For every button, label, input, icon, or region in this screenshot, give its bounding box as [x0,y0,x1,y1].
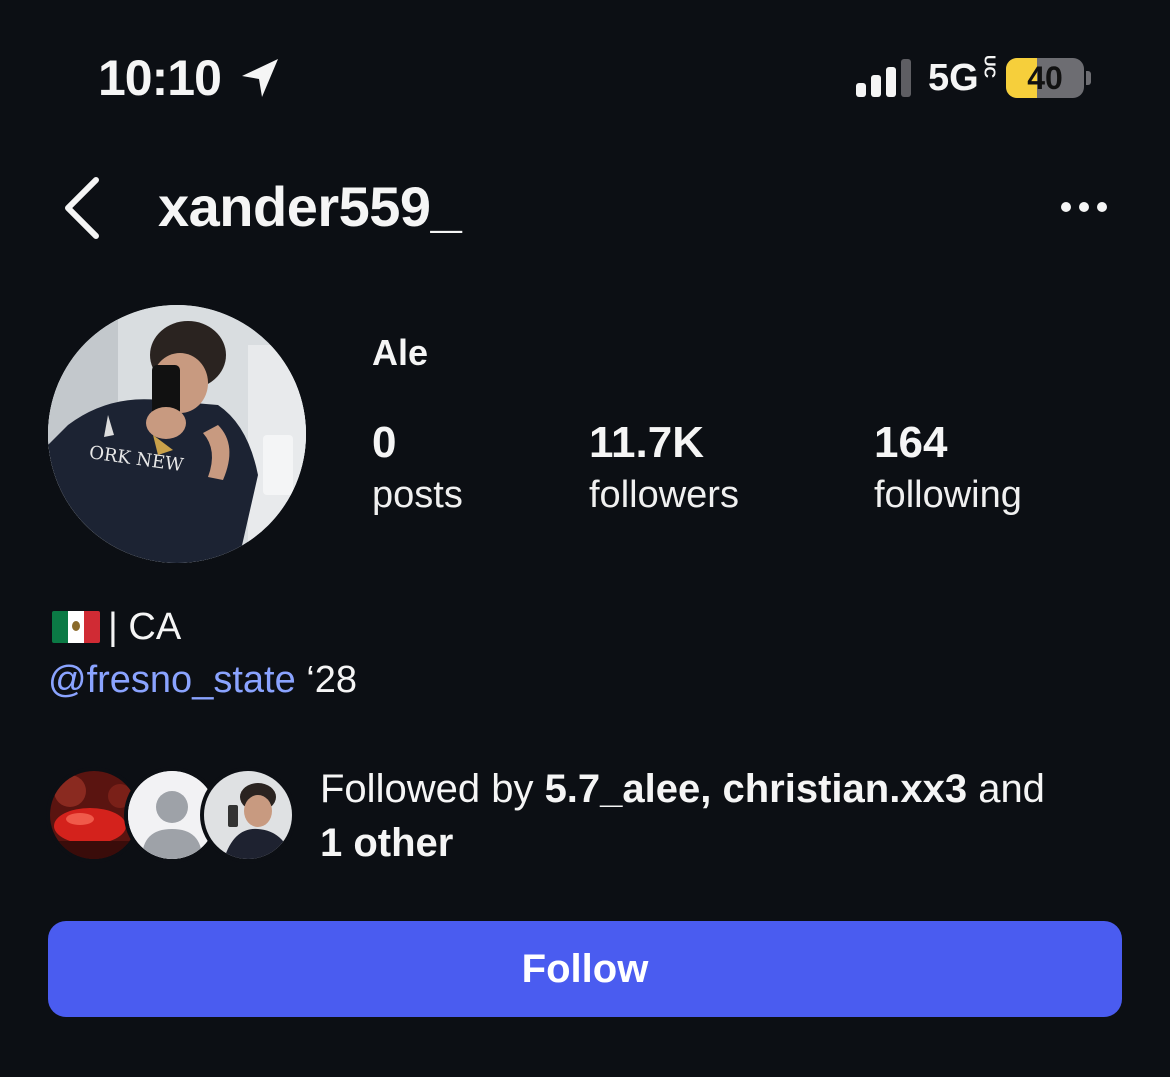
followed-by-other: 1 other [320,821,454,865]
display-name: Ale [372,332,429,373]
battery-icon: 40 [1006,58,1092,98]
followed-by-user-1: 5.7_alee [544,767,701,811]
profile-avatar[interactable]: ORK NEW [48,305,306,563]
posts-count: 0 [372,418,397,467]
follow-button[interactable]: Follow [48,921,1122,1017]
bio-line-1: | CA [52,606,181,648]
network-sup: UC [980,55,998,79]
battery-percent: 40 [1027,60,1063,96]
posts-label: posts [372,474,463,516]
signal-bars-icon [856,59,911,97]
bio-mention-link[interactable]: @fresno_state [48,659,296,701]
followed-by-text[interactable]: Followed by 5.7_alee, christian.xx3 and 1… [320,762,1120,870]
stat-followers[interactable]: 11.7K followers [589,418,739,518]
following-count: 164 [874,418,948,467]
avatar-photo: ORK NEW [48,305,306,563]
location-arrow-icon [242,59,278,97]
followers-count: 11.7K [589,418,704,467]
following-label: following [874,474,1022,516]
followers-label: followers [589,474,739,516]
bio-line-2: @fresno_state ‘28 [48,658,357,702]
followed-by-prefix: Followed by [320,767,545,811]
selfie-photo [204,771,292,859]
stat-following[interactable]: 164 following [874,418,1022,518]
bio-location: | CA [108,606,182,648]
stat-posts[interactable]: 0 posts [372,418,463,518]
more-options-icon[interactable] [1056,190,1112,224]
followed-by-user-2: christian.xx3 [722,767,968,811]
status-time: 10:10 [98,50,222,106]
mexico-flag-icon [52,611,100,643]
followed-by-and: and [967,767,1045,811]
follower-avatar-3[interactable] [200,767,296,863]
network-indicator: 5G UC [928,55,998,101]
profile-username: xander559_ [158,175,462,238]
back-chevron-icon[interactable] [60,176,104,240]
followed-by-sep: , [700,767,723,811]
network-label: 5G [928,57,979,99]
bio-year: ‘28 [295,659,357,701]
